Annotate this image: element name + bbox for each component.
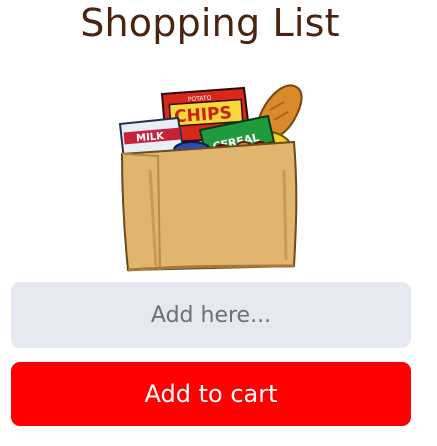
shopping-list-app: Shopping List CHIPS POTATO CEREAL MILK A… [0, 0, 437, 446]
chips-label: CHIPS [174, 103, 233, 127]
page-title: Shopping List [80, 1, 340, 45]
add-to-cart-button[interactable]: Add to cart [11, 362, 411, 426]
item-input[interactable] [11, 282, 411, 348]
grocery-bag-icon: CHIPS POTATO CEREAL MILK [114, 80, 310, 272]
